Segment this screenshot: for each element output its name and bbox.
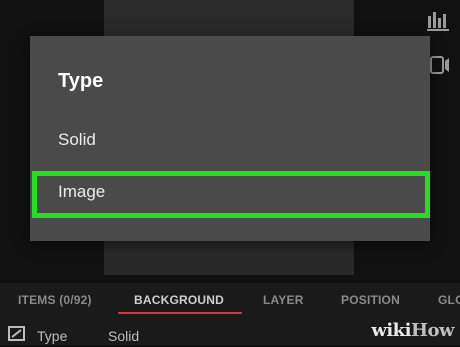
image-edit-icon <box>8 326 26 342</box>
property-label: Type <box>37 328 68 344</box>
option-label: Solid <box>58 130 96 149</box>
tab-layer[interactable]: LAYER <box>263 293 304 313</box>
active-tab-indicator <box>118 312 242 314</box>
tab-items[interactable]: ITEMS (0/92) <box>18 293 92 313</box>
tab-position[interactable]: POSITION <box>341 293 400 313</box>
waveform-icon[interactable] <box>426 8 452 34</box>
option-label: Image <box>58 182 106 201</box>
dialog-title: Type <box>58 70 104 92</box>
type-dialog: Type Solid Image <box>30 36 430 241</box>
property-value[interactable]: Solid <box>108 328 139 344</box>
tab-background[interactable]: BACKGROUND <box>134 293 224 313</box>
option-image[interactable]: Image <box>30 170 430 212</box>
tab-glow[interactable]: GLO <box>438 293 460 313</box>
option-solid[interactable]: Solid <box>30 118 430 160</box>
wikihow-watermark: wikiHow <box>371 320 454 341</box>
